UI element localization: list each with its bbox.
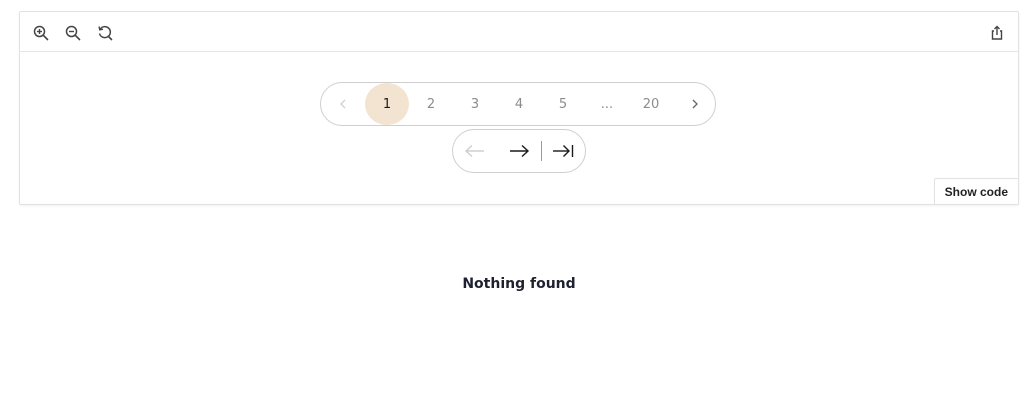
- chevron-right-icon: [692, 99, 698, 109]
- reset-icon: [98, 25, 113, 41]
- preview-toolbar: [20, 12, 1018, 52]
- forward-button[interactable]: [497, 130, 541, 172]
- arrow-right-icon: [510, 144, 530, 158]
- arrow-to-end-icon: [553, 145, 574, 157]
- zoom-in-button[interactable]: [30, 22, 52, 44]
- page-3-button[interactable]: 3: [453, 83, 497, 125]
- chevron-left-icon: [340, 99, 346, 109]
- page-20-button[interactable]: 20: [629, 83, 673, 125]
- page-5-button[interactable]: 5: [541, 83, 585, 125]
- prev-page-button[interactable]: [321, 83, 365, 125]
- last-page-button[interactable]: [541, 130, 585, 172]
- page-2-button[interactable]: 2: [409, 83, 453, 125]
- pagination: 1 2 3 4 5 ... 20: [320, 82, 716, 126]
- zoom-out-button[interactable]: [62, 22, 84, 44]
- step-navigation: [452, 129, 586, 173]
- zoom-out-icon: [65, 25, 81, 41]
- page-1-button[interactable]: 1: [365, 83, 409, 125]
- reset-zoom-button[interactable]: [94, 22, 116, 44]
- share-button[interactable]: [986, 22, 1008, 44]
- page-4-button[interactable]: 4: [497, 83, 541, 125]
- arrow-left-icon: [464, 144, 484, 158]
- next-page-button[interactable]: [673, 83, 717, 125]
- preview-card: 1 2 3 4 5 ... 20 Show code: [19, 11, 1019, 205]
- share-icon: [991, 25, 1003, 40]
- zoom-in-icon: [33, 25, 49, 41]
- ellipsis-button[interactable]: ...: [585, 83, 629, 125]
- empty-state-message: Nothing found: [462, 276, 576, 292]
- back-button[interactable]: [453, 130, 497, 172]
- show-code-button[interactable]: Show code: [933, 178, 1019, 205]
